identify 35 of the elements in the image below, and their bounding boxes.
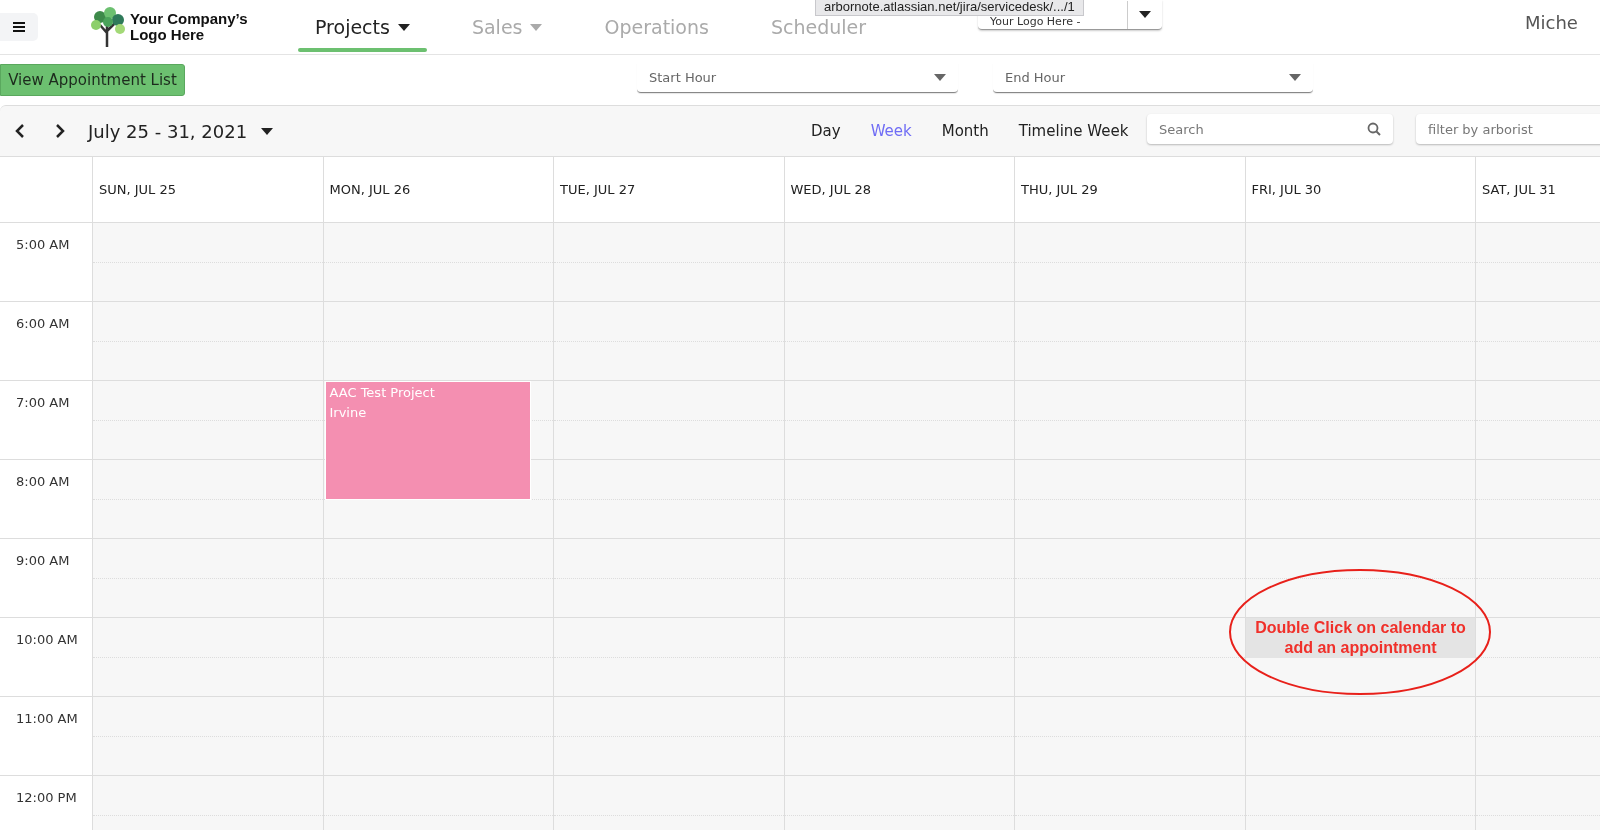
time-label: 9:00 AM	[16, 553, 70, 568]
next-button[interactable]	[54, 123, 66, 139]
tree-icon	[90, 7, 126, 47]
caret-icon	[1139, 11, 1151, 18]
view-appointment-list-button[interactable]: View Appointment List	[0, 64, 185, 96]
menu-button[interactable]	[0, 13, 38, 41]
caret-icon	[261, 127, 274, 135]
url-tooltip: arbornote.atlassian.net/jira/servicedesk/.../1	[815, 0, 1084, 16]
arborist-filter-field[interactable]: filter by arborist	[1416, 114, 1600, 144]
view-tab[interactable]: Week	[856, 122, 926, 140]
search-icon	[1367, 122, 1381, 136]
view-tab[interactable]: Month	[927, 122, 1003, 140]
logo-text: Your Company’s Logo Here	[130, 11, 249, 43]
time-label: 6:00 AM	[16, 316, 70, 331]
previous-button[interactable]	[14, 123, 26, 139]
chevron-left-icon	[14, 123, 26, 139]
search-field[interactable]: Search	[1147, 114, 1393, 144]
date-range-picker[interactable]: July 25 - 31, 2021	[88, 120, 274, 142]
start-hour-select[interactable]: Start Hour	[637, 63, 958, 93]
nav-tab[interactable]: Projects	[298, 0, 427, 54]
time-label: 11:00 AM	[16, 711, 78, 726]
caret-icon	[1289, 74, 1301, 81]
chevron-right-icon	[54, 123, 66, 139]
annotation-text: Double Click on calendar to add an appointment	[1254, 618, 1467, 658]
time-label: 8:00 AM	[16, 474, 70, 489]
time-label: 7:00 AM	[16, 395, 70, 410]
user-name[interactable]: Miche	[1525, 12, 1578, 33]
time-label: 10:00 AM	[16, 632, 78, 647]
time-label: 5:00 AM	[16, 237, 70, 252]
menu-icon	[13, 22, 25, 32]
time-label: 12:00 PM	[16, 790, 77, 805]
view-tab[interactable]: Day	[797, 122, 855, 140]
view-tab[interactable]: Timeline Week	[1004, 122, 1143, 140]
end-hour-select[interactable]: End Hour	[993, 63, 1313, 93]
caret-icon	[934, 74, 946, 81]
